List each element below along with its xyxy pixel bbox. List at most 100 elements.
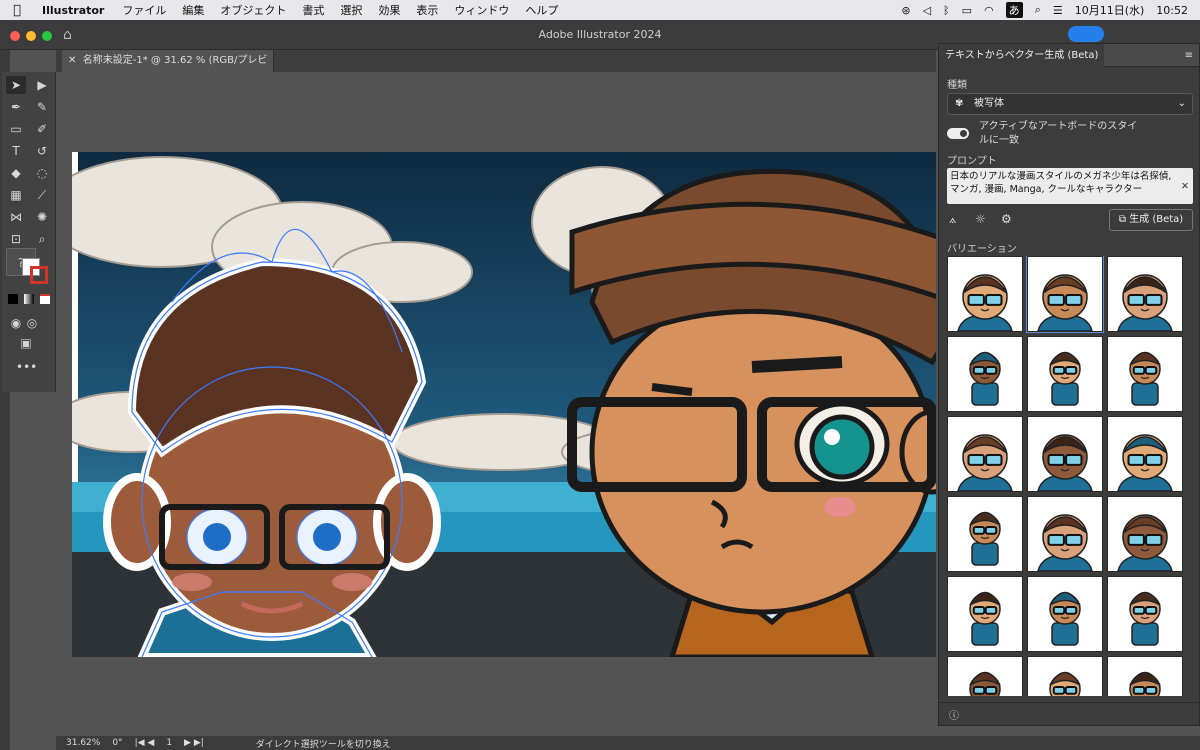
cartoon-boy-thumbnail <box>1049 351 1081 406</box>
info-icon[interactable]: ⓘ <box>949 707 959 722</box>
gear-icon[interactable]: ⚙ <box>1001 212 1012 226</box>
zoom-level[interactable]: 31.62% <box>66 738 100 748</box>
more-tools-icon[interactable]: ••• <box>16 358 37 376</box>
lasso-tool-icon[interactable]: ◌ <box>32 164 52 182</box>
status-bar: 31.62% 0° |◀ ◀ 1 ▶ ▶| ダイレクト選択ツールを切り換え <box>56 736 1200 750</box>
symbol-sprayer-tool-icon[interactable]: ✺ <box>32 208 52 226</box>
menu-object[interactable]: オブジェクト <box>212 2 294 18</box>
menubar-date[interactable]: 10月11日(水) <box>1075 2 1145 18</box>
zoom-tool-icon[interactable]: ⌕ <box>32 230 52 248</box>
variation-thumb-2[interactable] <box>1026 256 1104 333</box>
cartoon-boy-thumbnail <box>957 434 1013 492</box>
variation-thumb-14[interactable] <box>1027 576 1103 652</box>
direct-selection-tool-icon[interactable]: ▶ <box>32 76 52 94</box>
document-tab[interactable]: ✕ 名称未設定-1* @ 31.62 % (RGB/プレビュー) <box>62 50 274 88</box>
match-style-toggle[interactable] <box>947 128 969 139</box>
none-mode-icon[interactable] <box>40 294 50 304</box>
artboard-number[interactable]: 1 <box>166 738 172 748</box>
rotation-value[interactable]: 0° <box>112 738 122 748</box>
window-title: Adobe Illustrator 2024 <box>538 28 662 41</box>
eyedropper-tool-icon[interactable]: ⟋ <box>32 186 52 204</box>
variation-thumb-15[interactable] <box>1107 576 1183 652</box>
curvature-tool-icon[interactable]: ✎ <box>32 98 52 116</box>
variation-thumb-5[interactable] <box>1027 336 1103 412</box>
variation-thumb-7[interactable] <box>947 416 1023 492</box>
type-select[interactable]: ✾ 被写体 ⌄ <box>947 93 1193 115</box>
panel-header: テキストからベクター生成 (Beta) ≡ <box>939 43 1199 67</box>
variation-thumb-6[interactable] <box>1107 336 1183 412</box>
wifi-icon[interactable]: ◠ <box>984 4 994 17</box>
type-tool-icon[interactable]: T <box>6 142 26 160</box>
generate-button[interactable]: ⧉ 生成 (Beta) <box>1109 209 1193 231</box>
variation-thumb-11[interactable] <box>1027 496 1103 572</box>
artboard-artwork[interactable] <box>72 152 936 657</box>
variation-thumb-18[interactable] <box>1107 656 1183 696</box>
subject-icon: ✾ <box>955 98 964 109</box>
clear-prompt-icon[interactable]: ✕ <box>1181 180 1189 193</box>
cartoon-boy-thumbnail <box>1037 274 1093 332</box>
variation-thumb-17[interactable] <box>1027 656 1103 696</box>
mute-icon[interactable]: ◁ <box>923 4 931 17</box>
sample-style-icon[interactable]: ⟑ <box>949 212 956 227</box>
apple-icon[interactable]:  <box>0 3 34 18</box>
cartoon-boy-thumbnail <box>1037 434 1093 492</box>
brush-tool-icon[interactable]: ✐ <box>32 120 52 138</box>
bulb-icon[interactable]: ☼ <box>975 212 986 226</box>
variation-thumb-8[interactable] <box>1027 416 1103 492</box>
rotate-tool-icon[interactable]: ↺ <box>32 142 52 160</box>
control-center-icon[interactable]: ☰ <box>1053 4 1063 17</box>
battery-icon[interactable]: ▭ <box>962 4 972 17</box>
menu-edit[interactable]: 編集 <box>174 2 212 18</box>
variation-thumb-4[interactable] <box>947 336 1023 412</box>
variation-thumb-3[interactable] <box>1107 256 1183 332</box>
screen-mode-icon[interactable]: ▣ <box>16 334 36 352</box>
cartoon-boy-thumbnail <box>1049 671 1081 696</box>
draw-behind-icon[interactable]: ◎ <box>22 314 42 332</box>
macos-menubar:  Illustrator ファイル 編集 オブジェクト 書式 選択 効果 表示… <box>0 0 1200 20</box>
creative-cloud-icon[interactable]: ⊛ <box>901 4 910 17</box>
menubar-time[interactable]: 10:52 <box>1156 4 1188 17</box>
canvas-area[interactable] <box>56 72 936 736</box>
input-mode-indicator[interactable]: あ <box>1005 2 1023 18</box>
pen-tool-icon[interactable]: ✒ <box>6 98 26 116</box>
bluetooth-icon[interactable]: ᛒ <box>943 4 950 17</box>
selection-tool-icon[interactable]: ➤ <box>6 76 26 94</box>
variation-thumb-9[interactable] <box>1107 416 1183 492</box>
cartoon-boy-thumbnail <box>1037 514 1093 572</box>
generate-icon: ⧉ <box>1118 214 1130 225</box>
color-mode-icon[interactable] <box>8 294 18 304</box>
variation-thumb-16[interactable] <box>947 656 1023 696</box>
search-icon[interactable]: ⌕ <box>1035 3 1041 17</box>
menu-help[interactable]: ヘルプ <box>517 2 566 18</box>
gradient-tool-icon[interactable]: ▦ <box>6 186 26 204</box>
artboard-nav-prev[interactable]: |◀ ◀ <box>135 738 155 748</box>
menu-select[interactable]: 選択 <box>332 2 370 18</box>
artboard-tool-icon[interactable]: ⊡ <box>6 230 26 248</box>
cartoon-boy-thumbnail <box>969 591 1001 646</box>
menu-effect[interactable]: 効果 <box>370 2 408 18</box>
artboard-nav-next[interactable]: ▶ ▶| <box>184 738 204 748</box>
cartoon-boy-thumbnail <box>969 671 1001 696</box>
eraser-tool-icon[interactable]: ◆ <box>6 164 26 182</box>
variations-label: バリエーション <box>947 244 1017 255</box>
rectangle-tool-icon[interactable]: ▭ <box>6 120 26 138</box>
gradient-mode-icon[interactable] <box>24 294 34 304</box>
panel-menu-icon[interactable]: ≡ <box>1185 50 1199 61</box>
stroke-color-swatch[interactable] <box>30 266 48 284</box>
menu-view[interactable]: 表示 <box>408 2 446 18</box>
variation-thumb-12[interactable] <box>1107 496 1183 572</box>
app-menu[interactable]: Illustrator <box>34 4 114 17</box>
cartoon-boy-thumbnail <box>969 511 1001 566</box>
panel-tab[interactable]: テキストからベクター生成 (Beta) <box>939 43 1105 67</box>
menu-file[interactable]: ファイル <box>114 2 174 18</box>
close-tab-icon[interactable]: ✕ <box>68 55 83 66</box>
blend-tool-icon[interactable]: ⋈ <box>6 208 26 226</box>
prompt-input[interactable]: 日本のリアルな漫画スタイルのメガネ少年は名探偵, マンガ, 漫画, Manga,… <box>947 168 1193 204</box>
variation-thumb-1[interactable] <box>947 256 1023 332</box>
share-button[interactable] <box>1068 26 1104 42</box>
menu-type[interactable]: 書式 <box>294 2 332 18</box>
variation-thumb-13[interactable] <box>947 576 1023 652</box>
menu-window[interactable]: ウィンドウ <box>446 2 517 18</box>
variations-grid <box>947 256 1193 696</box>
variation-thumb-10[interactable] <box>947 496 1023 572</box>
